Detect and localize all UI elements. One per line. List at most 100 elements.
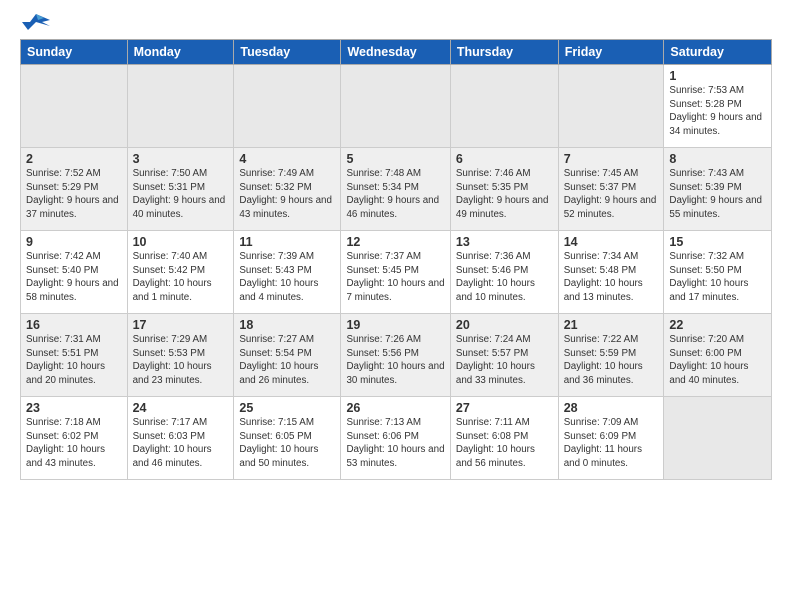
calendar-week-row: 16Sunrise: 7:31 AM Sunset: 5:51 PM Dayli… [21, 314, 772, 397]
calendar-day-cell: 19Sunrise: 7:26 AM Sunset: 5:56 PM Dayli… [341, 314, 450, 397]
day-number: 14 [564, 235, 659, 249]
calendar-week-row: 9Sunrise: 7:42 AM Sunset: 5:40 PM Daylig… [21, 231, 772, 314]
day-number: 25 [239, 401, 335, 415]
weekday-header-sunday: Sunday [21, 40, 128, 65]
logo [20, 12, 50, 31]
calendar-day-cell: 22Sunrise: 7:20 AM Sunset: 6:00 PM Dayli… [664, 314, 772, 397]
day-sun-info: Sunrise: 7:43 AM Sunset: 5:39 PM Dayligh… [669, 167, 766, 221]
day-number: 9 [26, 235, 122, 249]
weekday-header-monday: Monday [127, 40, 234, 65]
calendar-empty-cell [234, 65, 341, 148]
calendar-day-cell: 21Sunrise: 7:22 AM Sunset: 5:59 PM Dayli… [558, 314, 664, 397]
day-sun-info: Sunrise: 7:20 AM Sunset: 6:00 PM Dayligh… [669, 333, 766, 387]
day-number: 15 [669, 235, 766, 249]
day-sun-info: Sunrise: 7:24 AM Sunset: 5:57 PM Dayligh… [456, 333, 553, 387]
day-sun-info: Sunrise: 7:49 AM Sunset: 5:32 PM Dayligh… [239, 167, 335, 221]
day-sun-info: Sunrise: 7:34 AM Sunset: 5:48 PM Dayligh… [564, 250, 659, 304]
day-number: 24 [133, 401, 229, 415]
day-number: 13 [456, 235, 553, 249]
weekday-header-wednesday: Wednesday [341, 40, 450, 65]
day-number: 19 [346, 318, 444, 332]
day-number: 1 [669, 69, 766, 83]
weekday-header-tuesday: Tuesday [234, 40, 341, 65]
day-sun-info: Sunrise: 7:22 AM Sunset: 5:59 PM Dayligh… [564, 333, 659, 387]
day-sun-info: Sunrise: 7:11 AM Sunset: 6:08 PM Dayligh… [456, 416, 553, 470]
calendar-empty-cell [450, 65, 558, 148]
day-number: 6 [456, 152, 553, 166]
weekday-header-thursday: Thursday [450, 40, 558, 65]
calendar-day-cell: 25Sunrise: 7:15 AM Sunset: 6:05 PM Dayli… [234, 397, 341, 480]
day-number: 26 [346, 401, 444, 415]
calendar-day-cell: 9Sunrise: 7:42 AM Sunset: 5:40 PM Daylig… [21, 231, 128, 314]
day-sun-info: Sunrise: 7:31 AM Sunset: 5:51 PM Dayligh… [26, 333, 122, 387]
calendar-day-cell: 4Sunrise: 7:49 AM Sunset: 5:32 PM Daylig… [234, 148, 341, 231]
day-sun-info: Sunrise: 7:09 AM Sunset: 6:09 PM Dayligh… [564, 416, 659, 470]
calendar-day-cell: 26Sunrise: 7:13 AM Sunset: 6:06 PM Dayli… [341, 397, 450, 480]
calendar-day-cell: 27Sunrise: 7:11 AM Sunset: 6:08 PM Dayli… [450, 397, 558, 480]
day-number: 8 [669, 152, 766, 166]
day-sun-info: Sunrise: 7:50 AM Sunset: 5:31 PM Dayligh… [133, 167, 229, 221]
day-number: 22 [669, 318, 766, 332]
calendar-day-cell: 7Sunrise: 7:45 AM Sunset: 5:37 PM Daylig… [558, 148, 664, 231]
day-sun-info: Sunrise: 7:52 AM Sunset: 5:29 PM Dayligh… [26, 167, 122, 221]
day-sun-info: Sunrise: 7:40 AM Sunset: 5:42 PM Dayligh… [133, 250, 229, 304]
calendar-empty-cell [127, 65, 234, 148]
calendar-day-cell: 1Sunrise: 7:53 AM Sunset: 5:28 PM Daylig… [664, 65, 772, 148]
calendar-day-cell: 16Sunrise: 7:31 AM Sunset: 5:51 PM Dayli… [21, 314, 128, 397]
day-sun-info: Sunrise: 7:32 AM Sunset: 5:50 PM Dayligh… [669, 250, 766, 304]
calendar-day-cell: 11Sunrise: 7:39 AM Sunset: 5:43 PM Dayli… [234, 231, 341, 314]
calendar-day-cell: 20Sunrise: 7:24 AM Sunset: 5:57 PM Dayli… [450, 314, 558, 397]
day-number: 3 [133, 152, 229, 166]
day-sun-info: Sunrise: 7:29 AM Sunset: 5:53 PM Dayligh… [133, 333, 229, 387]
weekday-header-friday: Friday [558, 40, 664, 65]
logo-bird-icon [22, 12, 50, 34]
calendar-day-cell: 2Sunrise: 7:52 AM Sunset: 5:29 PM Daylig… [21, 148, 128, 231]
day-sun-info: Sunrise: 7:17 AM Sunset: 6:03 PM Dayligh… [133, 416, 229, 470]
day-number: 18 [239, 318, 335, 332]
calendar-day-cell: 23Sunrise: 7:18 AM Sunset: 6:02 PM Dayli… [21, 397, 128, 480]
day-sun-info: Sunrise: 7:18 AM Sunset: 6:02 PM Dayligh… [26, 416, 122, 470]
calendar-day-cell: 17Sunrise: 7:29 AM Sunset: 5:53 PM Dayli… [127, 314, 234, 397]
day-sun-info: Sunrise: 7:13 AM Sunset: 6:06 PM Dayligh… [346, 416, 444, 470]
calendar-empty-cell [341, 65, 450, 148]
calendar-day-cell: 28Sunrise: 7:09 AM Sunset: 6:09 PM Dayli… [558, 397, 664, 480]
day-number: 7 [564, 152, 659, 166]
day-number: 4 [239, 152, 335, 166]
day-sun-info: Sunrise: 7:48 AM Sunset: 5:34 PM Dayligh… [346, 167, 444, 221]
day-number: 10 [133, 235, 229, 249]
calendar-day-cell: 15Sunrise: 7:32 AM Sunset: 5:50 PM Dayli… [664, 231, 772, 314]
day-number: 5 [346, 152, 444, 166]
day-number: 17 [133, 318, 229, 332]
calendar-empty-cell [558, 65, 664, 148]
day-number: 27 [456, 401, 553, 415]
day-sun-info: Sunrise: 7:26 AM Sunset: 5:56 PM Dayligh… [346, 333, 444, 387]
day-number: 28 [564, 401, 659, 415]
calendar-week-row: 1Sunrise: 7:53 AM Sunset: 5:28 PM Daylig… [21, 65, 772, 148]
calendar-day-cell: 8Sunrise: 7:43 AM Sunset: 5:39 PM Daylig… [664, 148, 772, 231]
day-sun-info: Sunrise: 7:53 AM Sunset: 5:28 PM Dayligh… [669, 84, 766, 138]
day-sun-info: Sunrise: 7:37 AM Sunset: 5:45 PM Dayligh… [346, 250, 444, 304]
calendar-day-cell: 5Sunrise: 7:48 AM Sunset: 5:34 PM Daylig… [341, 148, 450, 231]
weekday-header-saturday: Saturday [664, 40, 772, 65]
day-sun-info: Sunrise: 7:42 AM Sunset: 5:40 PM Dayligh… [26, 250, 122, 304]
calendar-table: SundayMondayTuesdayWednesdayThursdayFrid… [20, 39, 772, 480]
day-number: 23 [26, 401, 122, 415]
day-sun-info: Sunrise: 7:39 AM Sunset: 5:43 PM Dayligh… [239, 250, 335, 304]
calendar-day-cell: 6Sunrise: 7:46 AM Sunset: 5:35 PM Daylig… [450, 148, 558, 231]
calendar-day-cell: 12Sunrise: 7:37 AM Sunset: 5:45 PM Dayli… [341, 231, 450, 314]
calendar-empty-cell [21, 65, 128, 148]
calendar-empty-cell [664, 397, 772, 480]
page-header [0, 0, 792, 39]
day-number: 12 [346, 235, 444, 249]
day-number: 20 [456, 318, 553, 332]
calendar-week-row: 23Sunrise: 7:18 AM Sunset: 6:02 PM Dayli… [21, 397, 772, 480]
day-number: 16 [26, 318, 122, 332]
day-number: 11 [239, 235, 335, 249]
day-number: 2 [26, 152, 122, 166]
day-number: 21 [564, 318, 659, 332]
day-sun-info: Sunrise: 7:45 AM Sunset: 5:37 PM Dayligh… [564, 167, 659, 221]
calendar-day-cell: 10Sunrise: 7:40 AM Sunset: 5:42 PM Dayli… [127, 231, 234, 314]
day-sun-info: Sunrise: 7:27 AM Sunset: 5:54 PM Dayligh… [239, 333, 335, 387]
calendar-day-cell: 13Sunrise: 7:36 AM Sunset: 5:46 PM Dayli… [450, 231, 558, 314]
day-sun-info: Sunrise: 7:46 AM Sunset: 5:35 PM Dayligh… [456, 167, 553, 221]
